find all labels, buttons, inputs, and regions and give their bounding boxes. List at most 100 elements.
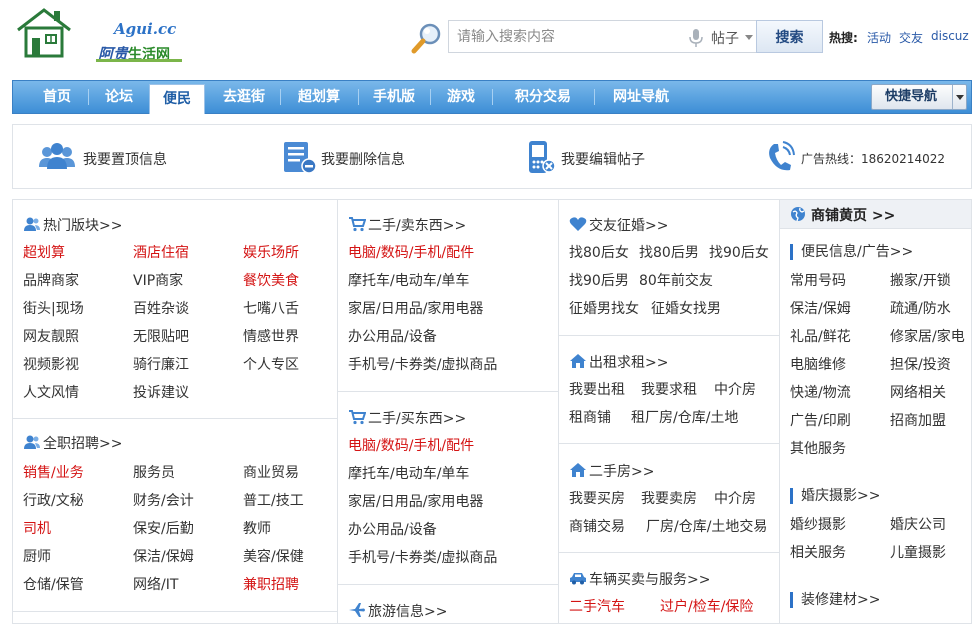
house-link[interactable]: 我要卖房 [641, 488, 697, 508]
category-link[interactable]: 家居/日用品/家用电器 [348, 298, 483, 318]
wedding-link[interactable]: 儿童摄影 [890, 542, 946, 562]
wedding-link[interactable]: 相关服务 [790, 542, 846, 562]
microphone-icon[interactable] [689, 29, 703, 47]
job-link[interactable]: 网络/IT [133, 574, 178, 594]
nav-games[interactable]: 游戏 [431, 81, 491, 113]
forum-link[interactable]: 娱乐场所 [243, 242, 299, 262]
rent-link[interactable]: 我要求租 [641, 379, 697, 399]
service-link[interactable]: 快递/物流 [790, 382, 851, 402]
quick-nav-button[interactable]: 快捷导航 [871, 84, 967, 110]
service-link[interactable]: 保洁/保姆 [790, 298, 851, 318]
job-link[interactable]: 商业贸易 [243, 462, 299, 482]
rent-title[interactable]: 出租求租>> [569, 352, 668, 372]
cars-title[interactable]: 车辆买卖与服务>> [569, 569, 710, 589]
forum-link[interactable]: 街头|现场 [23, 298, 84, 318]
category-link[interactable]: 摩托车/电动车/单车 [348, 463, 469, 483]
forum-link[interactable]: 无限贴吧 [133, 326, 189, 346]
car-link[interactable]: 过户/检车/保险 [660, 596, 753, 616]
nav-shopping[interactable]: 去逛街 [209, 81, 279, 113]
service-link[interactable]: 担保/投资 [890, 354, 951, 374]
forum-link[interactable]: 品牌商家 [23, 270, 79, 290]
yellow-pages-header[interactable]: 商铺黄页 >> [780, 200, 971, 229]
forum-link[interactable]: 网友靓照 [23, 326, 79, 346]
forum-link[interactable]: 视频影视 [23, 354, 79, 374]
nav-convenience[interactable]: 便民 [149, 84, 205, 114]
category-link[interactable]: 电脑/数码/手机/配件 [348, 435, 474, 455]
forum-link[interactable]: VIP商家 [133, 270, 183, 290]
dating-link[interactable]: 80年前交友 [639, 270, 713, 290]
forum-link[interactable]: 情感世界 [243, 326, 299, 346]
rent-link[interactable]: 租商铺 [569, 407, 611, 427]
category-link[interactable]: 摩托车/电动车/单车 [348, 270, 469, 290]
secondhand-sell-title[interactable]: 二手/卖东西>> [348, 215, 466, 235]
dating-link[interactable]: 找80后男 [639, 242, 699, 262]
service-link[interactable]: 电脑维修 [790, 354, 846, 374]
dating-link[interactable]: 找80后女 [569, 242, 629, 262]
forum-link[interactable]: 人文风情 [23, 382, 79, 402]
service-subtitle[interactable]: 便民信息/广告>> [790, 244, 913, 260]
hot-link-dating[interactable]: 交友 [899, 29, 923, 46]
secondhand-buy-title[interactable]: 二手/买东西>> [348, 408, 466, 428]
service-link[interactable]: 礼品/鲜花 [790, 326, 851, 346]
service-link[interactable]: 常用号码 [790, 270, 846, 290]
service-link[interactable]: 招商加盟 [890, 410, 946, 430]
house-link[interactable]: 厂房/仓库/土地交易 [646, 516, 767, 536]
forum-link[interactable]: 酒店住宿 [133, 242, 189, 262]
forum-link[interactable]: 骑行廉江 [133, 354, 189, 374]
chevron-down-icon[interactable] [952, 85, 966, 109]
jobs-title[interactable]: 全职招聘>> [23, 433, 122, 453]
travel-title[interactable]: 旅游信息>> [348, 601, 447, 621]
forum-link[interactable]: 餐饮美食 [243, 270, 299, 290]
nav-forum[interactable]: 论坛 [89, 81, 149, 113]
search-input[interactable] [449, 21, 689, 52]
house-link[interactable]: 我要买房 [569, 488, 625, 508]
job-link[interactable]: 保安/后勤 [133, 518, 194, 538]
forum-link[interactable]: 超划算 [23, 242, 65, 262]
forum-link[interactable]: 七嘴八舌 [243, 298, 299, 318]
hot-link-discuz[interactable]: discuz [931, 29, 969, 43]
service-link[interactable]: 搬家/开锁 [890, 270, 951, 290]
forum-link[interactable]: 百姓杂谈 [133, 298, 189, 318]
chevron-down-icon[interactable] [745, 35, 753, 40]
forum-link[interactable]: 投诉建议 [133, 382, 189, 402]
service-link[interactable]: 其他服务 [790, 438, 846, 458]
category-link[interactable]: 手机号/卡券类/虚拟商品 [348, 547, 497, 567]
site-logo[interactable]: Agui.cc 阿贵生活网 [16, 8, 182, 63]
house-link[interactable]: 商铺交易 [569, 516, 625, 536]
job-link[interactable]: 美容/保健 [243, 546, 304, 566]
rent-link[interactable]: 租厂房/仓库/土地 [631, 407, 738, 427]
job-link[interactable]: 司机 [23, 518, 51, 538]
job-link[interactable]: 教师 [243, 518, 271, 538]
service-link[interactable]: 广告/印刷 [790, 410, 851, 430]
wedding-link[interactable]: 婚庆公司 [890, 514, 946, 534]
edit-post-action[interactable]: 我要编辑帖子 [525, 141, 695, 173]
delete-post-action[interactable]: 我要删除信息 [281, 141, 451, 173]
category-link[interactable]: 手机号/卡券类/虚拟商品 [348, 354, 497, 374]
house-title[interactable]: 二手房>> [569, 461, 654, 481]
search-type-select[interactable]: 帖子 [711, 28, 739, 48]
rent-link[interactable]: 我要出租 [569, 379, 625, 399]
dating-title[interactable]: 交友征婚>> [569, 215, 668, 235]
dating-link[interactable]: 找90后男 [569, 270, 629, 290]
nav-points-trade[interactable]: 积分交易 [493, 81, 593, 113]
job-link[interactable]: 财务/会计 [133, 490, 194, 510]
job-link[interactable]: 厨师 [23, 546, 51, 566]
nav-deals[interactable]: 超划算 [281, 81, 357, 113]
decor-subtitle[interactable]: 装修建材>> [790, 592, 880, 608]
rent-link[interactable]: 中介房 [714, 379, 756, 399]
job-link[interactable]: 服务员 [133, 462, 175, 482]
service-link[interactable]: 疏通/防水 [890, 298, 951, 318]
forum-link[interactable]: 个人专区 [243, 354, 299, 374]
service-link[interactable]: 网络相关 [890, 382, 946, 402]
job-link[interactable]: 普工/技工 [243, 490, 304, 510]
category-link[interactable]: 家居/日用品/家用电器 [348, 491, 483, 511]
wedding-subtitle[interactable]: 婚庆摄影>> [790, 488, 880, 504]
category-link[interactable]: 电脑/数码/手机/配件 [348, 242, 474, 262]
house-link[interactable]: 中介房 [714, 488, 756, 508]
hot-forums-title[interactable]: 热门版块>> [23, 215, 122, 235]
nav-home[interactable]: 首页 [27, 81, 87, 113]
search-button[interactable]: 搜索 [756, 20, 823, 53]
category-link[interactable]: 办公用品/设备 [348, 519, 437, 539]
dating-link[interactable]: 征婚女找男 [651, 298, 721, 318]
service-link[interactable]: 修家居/家电 [890, 326, 965, 346]
